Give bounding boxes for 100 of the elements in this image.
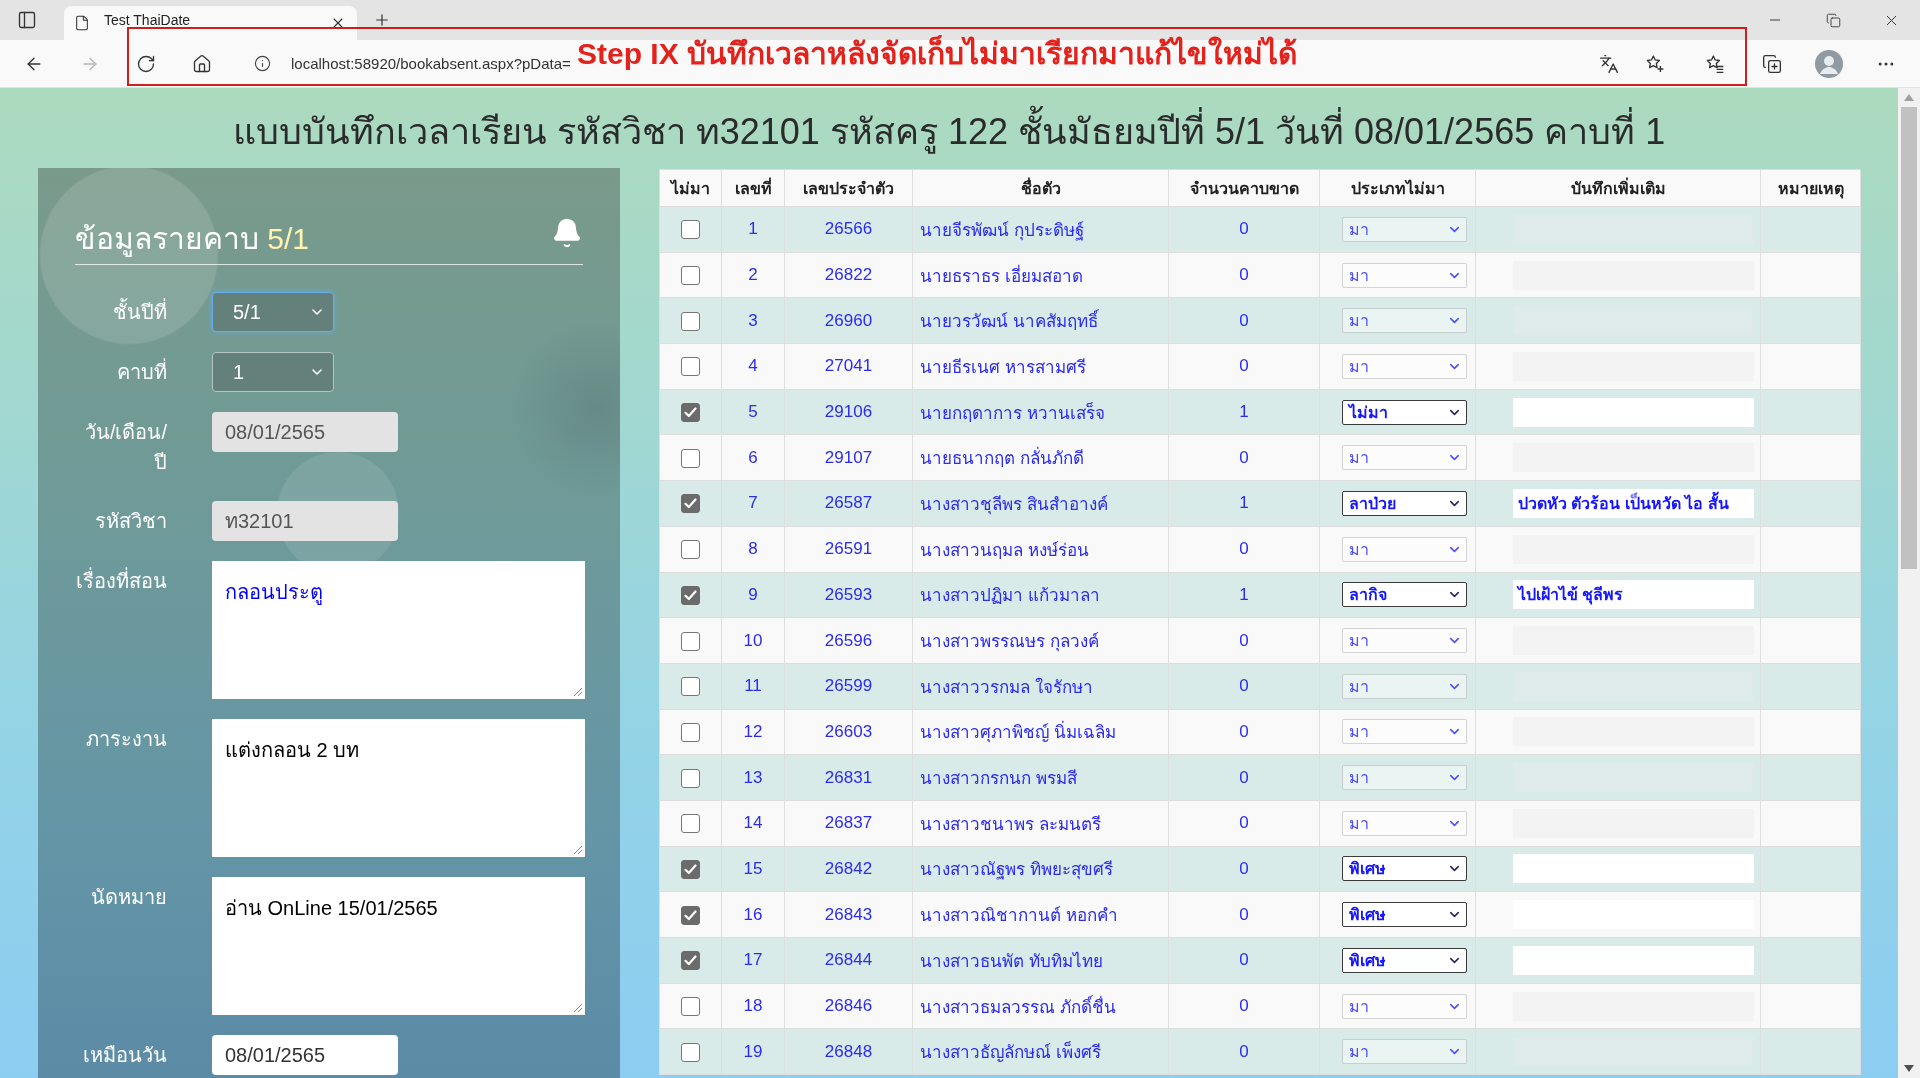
dropdown[interactable]: ไม่มา	[1342, 399, 1467, 425]
table-cell: นางสาวธัญลักษณ์ เพ็งศรี	[912, 1028, 1169, 1075]
bell-icon[interactable]	[551, 217, 583, 249]
checkbox[interactable]	[681, 997, 700, 1017]
checkbox[interactable]	[681, 814, 700, 834]
translate-icon[interactable]	[1599, 53, 1619, 74]
checkbox[interactable]	[681, 311, 700, 331]
table-cell: 0	[1168, 617, 1320, 664]
scroll-up-icon[interactable]	[1904, 94, 1914, 101]
dropdown[interactable]: พิเศษ	[1342, 856, 1467, 882]
note-field[interactable]: ไปเฝ้าไข้ ชุลีพร	[1513, 580, 1754, 610]
table-cell: 0	[1168, 663, 1320, 710]
url-text[interactable]: localhost:58920/bookabsent.aspx?pData=	[291, 55, 571, 72]
collections-icon[interactable]	[1761, 53, 1782, 74]
textarea-field[interactable]: กลอนประตู	[212, 561, 585, 699]
table-cell: 19	[721, 1028, 785, 1075]
refresh-icon[interactable]	[136, 53, 156, 74]
table-cell: 0	[1168, 846, 1320, 892]
checkbox[interactable]	[681, 585, 700, 605]
table-cell: 26599	[784, 663, 913, 710]
dropdown[interactable]: มา	[1342, 765, 1467, 791]
dropdown[interactable]: มา	[1342, 810, 1467, 836]
checkbox[interactable]	[681, 494, 700, 514]
dropdown[interactable]: มา	[1342, 628, 1467, 654]
resize-grip-icon	[573, 687, 583, 697]
checkbox[interactable]	[681, 448, 700, 468]
field-label: เรื่องที่สอน	[76, 561, 167, 600]
scrollbar-thumb[interactable]	[1901, 107, 1917, 569]
textarea-field[interactable]: แต่งกลอน 2 บท	[212, 719, 585, 857]
field-label: คาบที่	[117, 352, 167, 391]
checkbox[interactable]	[681, 768, 700, 788]
annotation-text: Step IX บันทึกเวลาหลังจัดเก็บไม่มาเรียกมาแก้ไขใหม่ได้	[577, 34, 1297, 72]
dropdown[interactable]: มา	[1342, 216, 1467, 242]
info-icon[interactable]	[254, 55, 271, 72]
field-label: รหัสวิชา	[95, 509, 167, 534]
column-header: บันทึกเพิ่มเติม	[1475, 169, 1761, 207]
table-cell: 3	[721, 297, 785, 344]
dropdown[interactable]: มา	[1342, 673, 1467, 699]
dropdown[interactable]: ลากิจ	[1342, 582, 1467, 608]
resize-grip-icon	[573, 1003, 583, 1013]
browser-tab[interactable]: Test ThaiDate	[64, 6, 357, 40]
table-cell: 0	[1168, 252, 1320, 298]
checkbox[interactable]	[681, 357, 700, 377]
checkbox[interactable]	[681, 677, 700, 697]
checkbox[interactable]	[681, 859, 700, 879]
checkbox[interactable]	[681, 905, 700, 925]
table-cell: 0	[1168, 800, 1320, 847]
home-icon[interactable]	[192, 53, 212, 74]
dropdown[interactable]: ลาป่วย	[1342, 490, 1467, 516]
table-cell: 13	[721, 754, 785, 801]
dropdown[interactable]: พิเศษ	[1342, 902, 1467, 928]
dropdown[interactable]: มา	[1342, 1039, 1467, 1065]
checkmark-icon	[684, 909, 697, 921]
favorites-icon[interactable]	[1704, 53, 1725, 74]
dropdown[interactable]: มา	[1342, 536, 1467, 562]
checkbox[interactable]	[681, 266, 700, 286]
table-cell: 0	[1168, 983, 1320, 1029]
table-cell: 5	[721, 389, 785, 435]
dropdown[interactable]: มา	[1342, 353, 1467, 379]
dropdown[interactable]: มา	[1342, 719, 1467, 745]
dropdown[interactable]: มา	[1342, 262, 1467, 288]
field-label: นัดหมาย	[91, 885, 167, 910]
table-cell: นางสาวชุลีพร สินสำอางค์	[912, 480, 1169, 527]
checkbox[interactable]	[681, 1042, 700, 1062]
dropdown[interactable]: มา	[1342, 993, 1467, 1019]
checkbox[interactable]	[681, 951, 700, 971]
table-cell: 0	[1168, 709, 1320, 755]
table-cell: 26587	[784, 480, 913, 527]
star-plus-icon[interactable]	[1645, 53, 1665, 74]
sidebar-icon[interactable]	[17, 10, 37, 30]
dropdown[interactable]: 5/1	[212, 292, 334, 332]
scroll-down-icon[interactable]	[1904, 1065, 1914, 1072]
checkbox[interactable]	[681, 220, 700, 240]
table-cell: นายวรวัฒน์ นาคสัมฤทธิ์	[912, 297, 1169, 344]
table-cell: 1	[1168, 572, 1320, 618]
note-field[interactable]	[1513, 397, 1754, 427]
plus-icon[interactable]	[373, 11, 391, 29]
page-icon	[74, 15, 90, 31]
text-input[interactable]: 08/01/2565	[212, 1035, 398, 1075]
field-label: วัน/เดือน/ปี	[83, 420, 167, 475]
checkbox[interactable]	[681, 403, 700, 423]
table-cell: นายธีรเนศ หารสามศรี	[912, 343, 1169, 390]
dropdown[interactable]: 1	[212, 352, 334, 392]
note-field[interactable]: ปวดหัว ตัวร้อน เป็นหวัด ไอ สั้น	[1513, 488, 1754, 518]
checkbox[interactable]	[681, 631, 700, 651]
column-header: ประเภทไม่มา	[1319, 169, 1476, 207]
table-cell: 26831	[784, 754, 913, 801]
restore-icon[interactable]	[1825, 12, 1841, 28]
table-cell: 0	[1168, 1028, 1320, 1075]
note-field[interactable]	[1513, 854, 1754, 884]
avatar-icon[interactable]	[1814, 49, 1843, 78]
field-label: ชั้นปีที่	[113, 292, 167, 331]
checkbox[interactable]	[681, 540, 700, 560]
table-cell: 0	[1168, 937, 1320, 984]
note-field[interactable]	[1513, 945, 1754, 975]
dropdown[interactable]: มา	[1342, 445, 1467, 471]
dropdown[interactable]: มา	[1342, 308, 1467, 334]
checkbox[interactable]	[681, 722, 700, 742]
dropdown[interactable]: พิเศษ	[1342, 947, 1467, 973]
textarea-field[interactable]: อ่าน OnLine 15/01/2565	[212, 877, 585, 1015]
